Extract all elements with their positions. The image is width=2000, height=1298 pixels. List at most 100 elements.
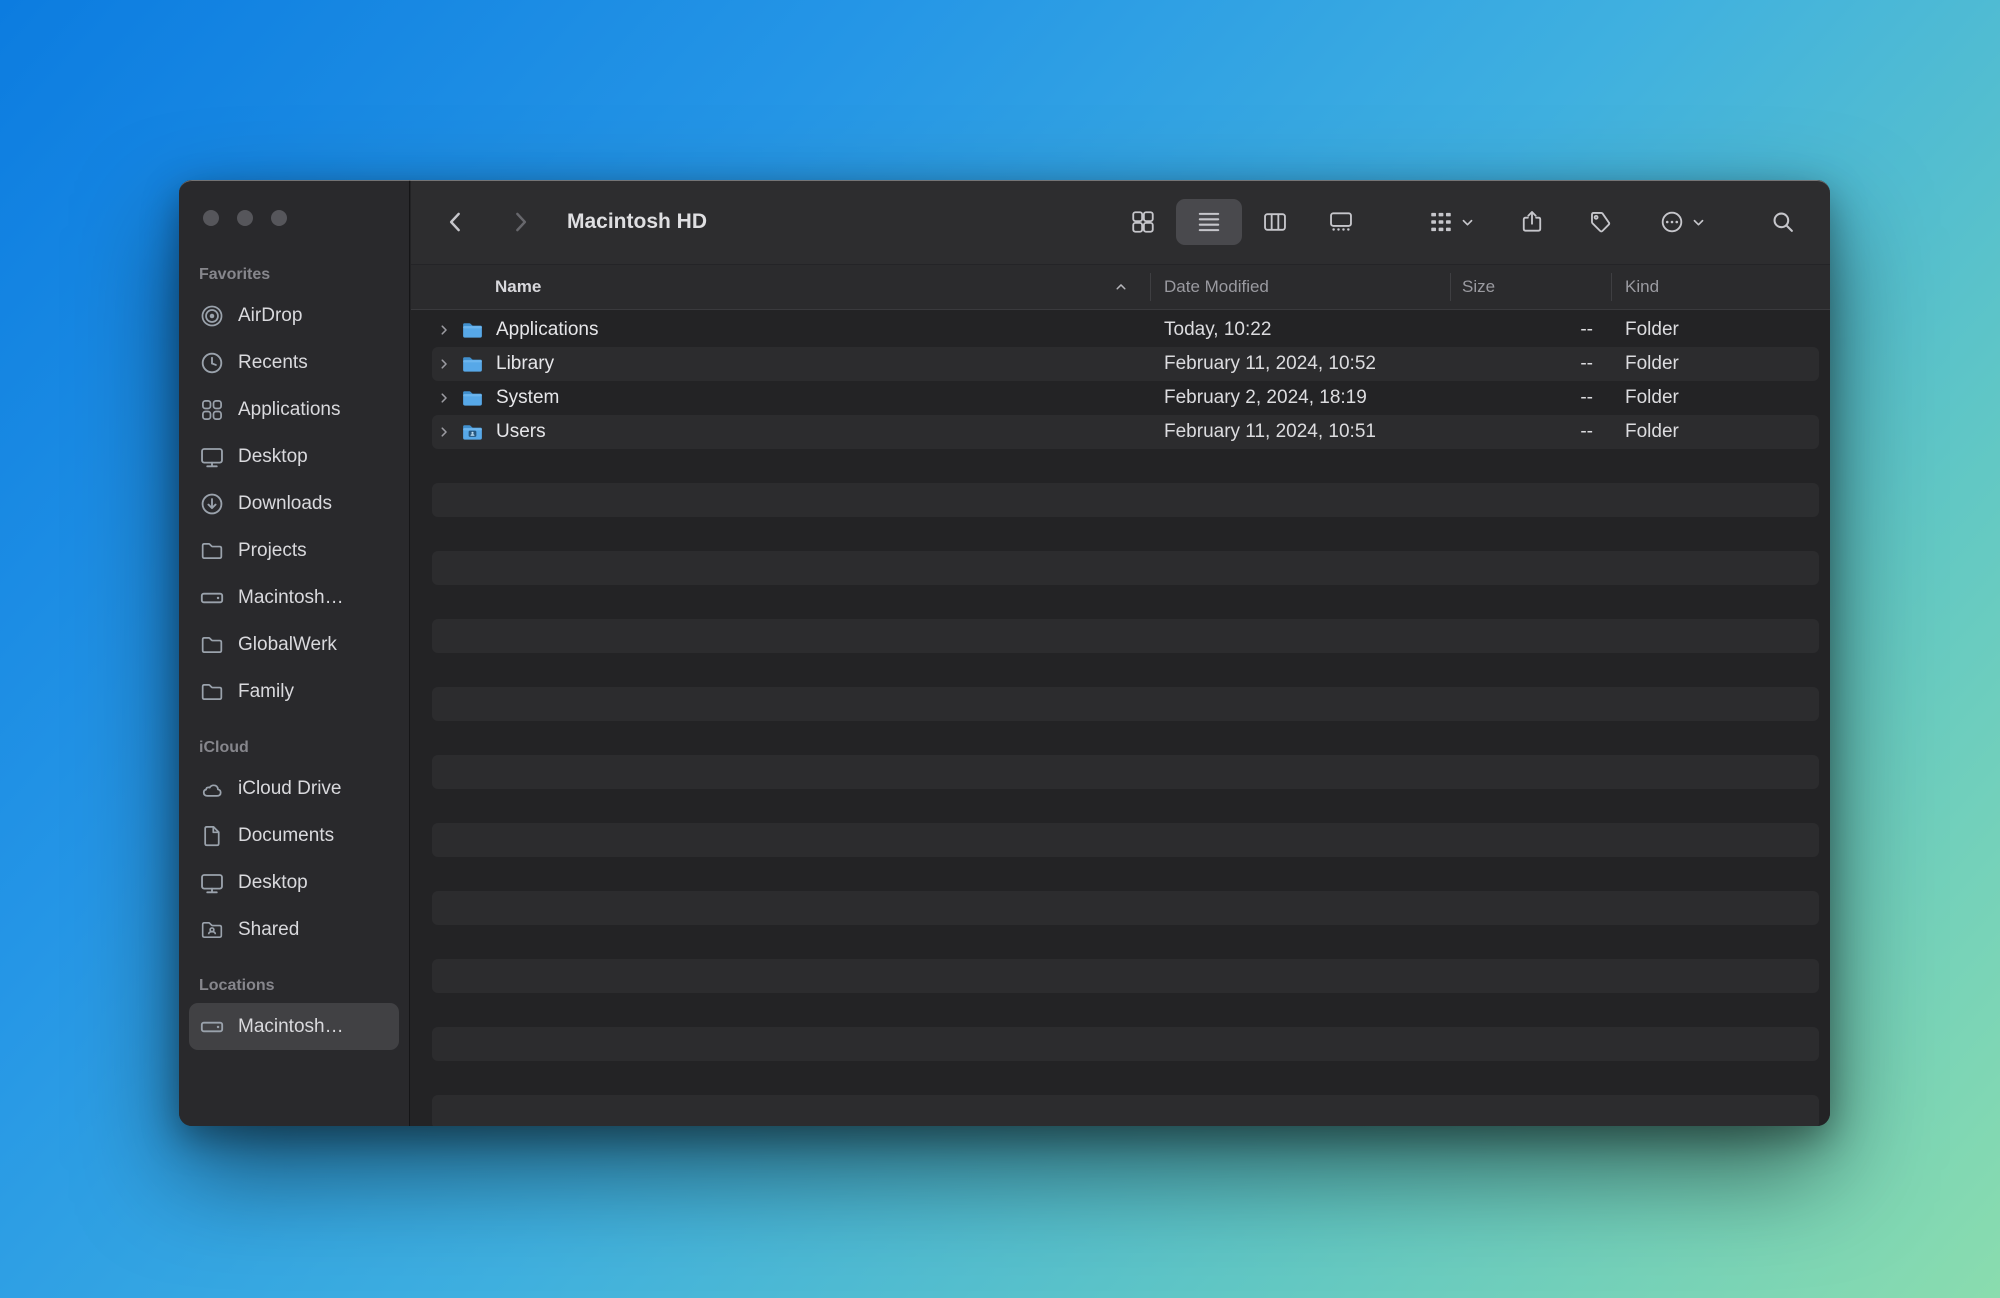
more-options-button[interactable] xyxy=(1659,209,1706,235)
empty-row xyxy=(411,585,1830,619)
monitor-icon xyxy=(199,870,225,896)
empty-row xyxy=(411,959,1830,993)
chevron-left-icon xyxy=(443,209,469,235)
empty-row xyxy=(411,823,1830,857)
icon-view-button[interactable] xyxy=(1110,199,1176,245)
back-button[interactable] xyxy=(443,209,469,235)
empty-row xyxy=(411,789,1830,823)
column-header-size[interactable]: Size xyxy=(1450,265,1611,309)
disclosure-chevron-icon[interactable] xyxy=(437,357,451,371)
disclosure-chevron-icon[interactable] xyxy=(437,391,451,405)
tags-button[interactable] xyxy=(1587,209,1613,235)
sidebar-item-airdrop[interactable]: AirDrop xyxy=(189,292,399,339)
close-button[interactable] xyxy=(203,210,219,226)
sidebar-item-label: Macintosh… xyxy=(238,1015,344,1037)
column-header-kind[interactable]: Kind xyxy=(1611,265,1830,309)
list-view-button[interactable] xyxy=(1176,199,1242,245)
clock-icon xyxy=(199,350,225,376)
column-label: Name xyxy=(495,277,542,296)
grid-view-icon xyxy=(1130,209,1156,235)
disclosure-chevron-icon[interactable] xyxy=(437,323,451,337)
app-grid-icon xyxy=(199,397,225,423)
empty-row xyxy=(411,891,1830,925)
column-header-name[interactable]: Name xyxy=(411,277,1150,297)
empty-row xyxy=(411,449,1830,483)
sidebar-sections: Favorites AirDrop Recents Applications D… xyxy=(179,254,409,1126)
chevron-right-icon xyxy=(507,209,533,235)
file-name: Users xyxy=(496,421,546,442)
window-title: Macintosh HD xyxy=(567,210,708,233)
airdrop-icon xyxy=(199,303,225,329)
name-cell: Applications xyxy=(411,318,1150,343)
monitor-icon xyxy=(199,444,225,470)
forward-button[interactable] xyxy=(507,209,533,235)
zoom-button[interactable] xyxy=(271,210,287,226)
column-label: Size xyxy=(1462,277,1496,296)
sort-ascending-icon xyxy=(1114,280,1128,294)
column-label: Date Modified xyxy=(1164,277,1269,296)
sidebar-item-shared[interactable]: Shared xyxy=(189,906,399,953)
sidebar-item-macintosh-hd-location[interactable]: Macintosh… xyxy=(189,1003,399,1050)
file-row-system[interactable]: System February 2, 2024, 18:19 -- Folder xyxy=(411,381,1830,415)
empty-row xyxy=(411,551,1830,585)
sidebar-item-icloud-drive[interactable]: iCloud Drive xyxy=(189,765,399,812)
empty-row xyxy=(411,687,1830,721)
file-kind: Folder xyxy=(1625,319,1679,340)
file-kind: Folder xyxy=(1625,353,1679,374)
sidebar-item-label: AirDrop xyxy=(238,304,303,326)
sidebar-item-label: Macintosh… xyxy=(238,586,344,608)
empty-row xyxy=(411,925,1830,959)
name-cell: Library xyxy=(411,352,1150,377)
sidebar-item-globalwerk[interactable]: GlobalWerk xyxy=(189,621,399,668)
empty-row xyxy=(411,1061,1830,1095)
column-header-date-modified[interactable]: Date Modified xyxy=(1150,265,1450,309)
sidebar-item-label: Shared xyxy=(238,918,300,940)
window-controls xyxy=(203,210,287,226)
column-view-button[interactable] xyxy=(1242,199,1308,245)
sidebar-item-macintosh-hd[interactable]: Macintosh… xyxy=(189,574,399,621)
empty-row xyxy=(411,653,1830,687)
sidebar-item-recents[interactable]: Recents xyxy=(189,339,399,386)
folder-icon xyxy=(199,632,225,658)
sidebar-item-family[interactable]: Family xyxy=(189,668,399,715)
sidebar-item-downloads[interactable]: Downloads xyxy=(189,480,399,527)
sidebar-item-documents[interactable]: Documents xyxy=(189,812,399,859)
folder-users-icon xyxy=(460,420,485,445)
nav-buttons xyxy=(443,209,533,235)
sidebar-item-desktop-icloud[interactable]: Desktop xyxy=(189,859,399,906)
search-button[interactable] xyxy=(1770,209,1796,235)
share-button[interactable] xyxy=(1519,209,1545,235)
file-date-modified: February 11, 2024, 10:52 xyxy=(1164,353,1376,374)
sidebar-item-desktop[interactable]: Desktop xyxy=(189,433,399,480)
shared-folder-icon xyxy=(199,917,225,943)
file-date-modified: February 2, 2024, 18:19 xyxy=(1164,387,1367,408)
file-kind: Folder xyxy=(1625,421,1679,442)
hard-drive-icon xyxy=(199,1014,225,1040)
file-list: Applications Today, 10:22 -- Folder Libr… xyxy=(411,310,1830,1126)
sidebar-item-label: Projects xyxy=(238,539,307,561)
sidebar-item-label: iCloud Drive xyxy=(238,777,342,799)
sidebar-item-projects[interactable]: Projects xyxy=(189,527,399,574)
file-row-users[interactable]: Users February 11, 2024, 10:51 -- Folder xyxy=(411,415,1830,449)
sidebar-item-label: GlobalWerk xyxy=(238,633,337,655)
disclosure-chevron-icon[interactable] xyxy=(437,425,451,439)
folder-icon xyxy=(460,386,485,411)
name-cell: System xyxy=(411,386,1150,411)
file-name: Library xyxy=(496,353,555,374)
group-menu-button[interactable] xyxy=(1428,209,1475,235)
file-size: -- xyxy=(1580,353,1593,374)
file-name: System xyxy=(496,387,560,408)
file-row-library[interactable]: Library February 11, 2024, 10:52 -- Fold… xyxy=(411,347,1830,381)
minimize-button[interactable] xyxy=(237,210,253,226)
sidebar-item-label: Recents xyxy=(238,351,308,373)
file-row-applications[interactable]: Applications Today, 10:22 -- Folder xyxy=(411,313,1830,347)
sidebar-item-applications[interactable]: Applications xyxy=(189,386,399,433)
main-area: Macintosh HD Name Date Modified Size Kin… xyxy=(411,180,1830,1126)
view-switcher xyxy=(1110,199,1374,245)
sidebar-item-label: Desktop xyxy=(238,445,308,467)
empty-row xyxy=(411,1027,1830,1061)
folder-icon xyxy=(460,318,485,343)
name-cell: Users xyxy=(411,420,1150,445)
file-size: -- xyxy=(1580,421,1593,442)
gallery-view-button[interactable] xyxy=(1308,199,1374,245)
